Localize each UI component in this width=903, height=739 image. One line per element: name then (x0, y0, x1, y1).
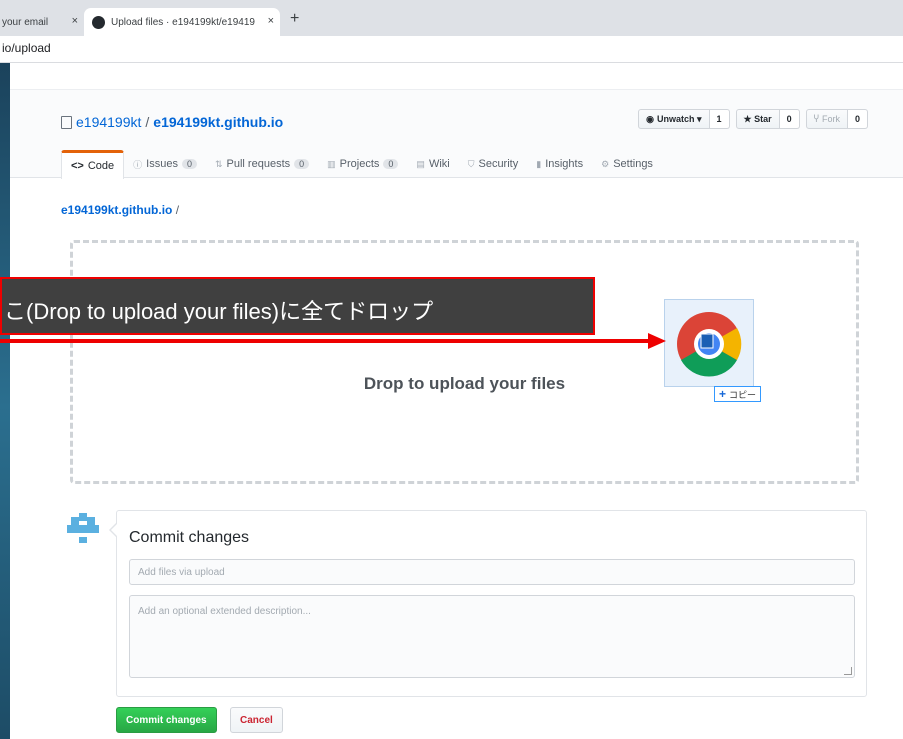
tab-security[interactable]: ⛉ Security (459, 150, 528, 178)
tab-wiki[interactable]: ▤ Wiki (407, 150, 458, 178)
repo-actions: ◉ Unwatch ▾ 1 ★ Star 0 Ⴤ Fork 0 (638, 109, 868, 129)
tab-code[interactable]: <> Code (61, 150, 125, 179)
top-strip (10, 63, 903, 90)
copy-badge: + コピー (714, 386, 762, 402)
repo-nav-tabs: <> Code ⓘ Issues 0 ⇅ Pull requests 0 ▥ P… (61, 150, 662, 179)
browser-tab-upload[interactable]: Upload files · e194199kt/e19419 × (84, 8, 280, 36)
commit-summary-input[interactable]: Add files via upload (129, 559, 855, 585)
watch-group: ◉ Unwatch ▾ 1 (638, 109, 730, 129)
tab-pull-requests[interactable]: ⇅ Pull requests 0 (206, 150, 318, 178)
watch-count[interactable]: 1 (709, 109, 730, 129)
breadcrumb-repo-link[interactable]: e194199kt.github.io (61, 203, 172, 217)
issue-icon: ⓘ (133, 159, 143, 170)
star-count[interactable]: 0 (779, 109, 800, 129)
star-button[interactable]: ★ Star (735, 109, 780, 129)
tab-insights[interactable]: ▮ Insights (527, 150, 592, 178)
copy-badge-text: コピー (729, 389, 757, 400)
tab-count: 0 (383, 159, 399, 169)
tab-count: 0 (181, 159, 197, 169)
dragged-file-preview (664, 299, 754, 387)
close-tab-icon[interactable]: × (268, 15, 274, 27)
tab-label: Issues (146, 158, 178, 170)
address-bar[interactable]: io/upload (0, 36, 903, 63)
tab-label: Settings (613, 158, 653, 170)
tab-label: Insights (545, 158, 584, 170)
repo-header: e194199kt / e194199kt.github.io ◉ Unwatch… (10, 63, 903, 179)
tab-count: 0 (294, 159, 310, 169)
commit-title: Commit changes (129, 529, 250, 546)
star-group: ★ Star 0 (735, 109, 800, 129)
avatar (65, 511, 101, 547)
fork-label: Fork (821, 114, 840, 124)
repo-owner-link[interactable]: e194199kt (76, 114, 141, 130)
arrow-head-icon (648, 333, 666, 349)
close-tab-icon[interactable]: × (72, 15, 78, 27)
tab-label: Security (478, 158, 519, 170)
graph-icon: ▮ (536, 158, 542, 169)
gear-icon: ⚙ (601, 158, 610, 169)
repo-separator: / (145, 114, 150, 130)
repo-title: e194199kt / e194199kt.github.io (61, 114, 283, 130)
tab-label: Projects (339, 158, 380, 170)
desktop-background (0, 0, 10, 739)
code-icon: <> (71, 160, 84, 172)
browser-tab-email[interactable]: your email × (0, 8, 84, 36)
unwatch-label: Unwatch ▾ (657, 113, 702, 124)
shield-icon: ⛉ (467, 158, 475, 169)
new-tab-button[interactable]: + (290, 10, 299, 28)
breadcrumb-separator: / (172, 203, 180, 217)
repo-icon (61, 115, 72, 129)
tab-label: Code (87, 160, 115, 172)
tab-issues[interactable]: ⓘ Issues 0 (124, 150, 206, 178)
description-placeholder: Add an optional extended description... (138, 606, 311, 617)
browser-tab-bar: your email × Upload files · e194199kt/e1… (0, 0, 903, 36)
fork-button[interactable]: Ⴤ Fork (805, 109, 848, 129)
tab-title: Upload files · e194199kt/e19419 (111, 16, 255, 28)
breadcrumb: e194199kt.github.io / (61, 203, 179, 217)
commit-description-textarea[interactable]: Add an optional extended description... (129, 595, 855, 678)
project-icon: ▥ (327, 158, 336, 169)
pull-request-icon: ⇅ (214, 158, 223, 169)
tab-label: Pull requests (226, 158, 291, 170)
repo-name-link[interactable]: e194199kt.github.io (153, 114, 283, 130)
tab-settings[interactable]: ⚙ Settings (592, 150, 662, 178)
unwatch-button[interactable]: ◉ Unwatch ▾ (638, 109, 710, 129)
tab-title: your email (2, 16, 49, 28)
resize-handle-icon[interactable] (844, 667, 852, 675)
tab-label: Wiki (428, 158, 450, 170)
commit-form: Commit changes Add files via upload Add … (109, 510, 867, 697)
chrome-icon (677, 312, 742, 377)
instruction-callout: こ(Drop to upload your files)に全てドロップ (0, 277, 595, 335)
tab-projects[interactable]: ▥ Projects 0 (318, 150, 407, 178)
arrow-line (0, 339, 650, 343)
book-icon: ▤ (416, 158, 425, 169)
plus-icon: + (719, 387, 727, 401)
fork-count[interactable]: 0 (847, 109, 868, 129)
commit-changes-button[interactable]: Commit changes (116, 707, 217, 733)
github-page: e194199kt / e194199kt.github.io ◉ Unwatch… (10, 63, 903, 739)
fork-icon: Ⴤ (813, 113, 819, 124)
cancel-button[interactable]: Cancel (230, 707, 283, 733)
fork-group: Ⴤ Fork 0 (805, 109, 868, 129)
github-icon (92, 15, 105, 29)
address-text: io/upload (2, 41, 51, 55)
eye-icon: ◉ (646, 113, 654, 124)
